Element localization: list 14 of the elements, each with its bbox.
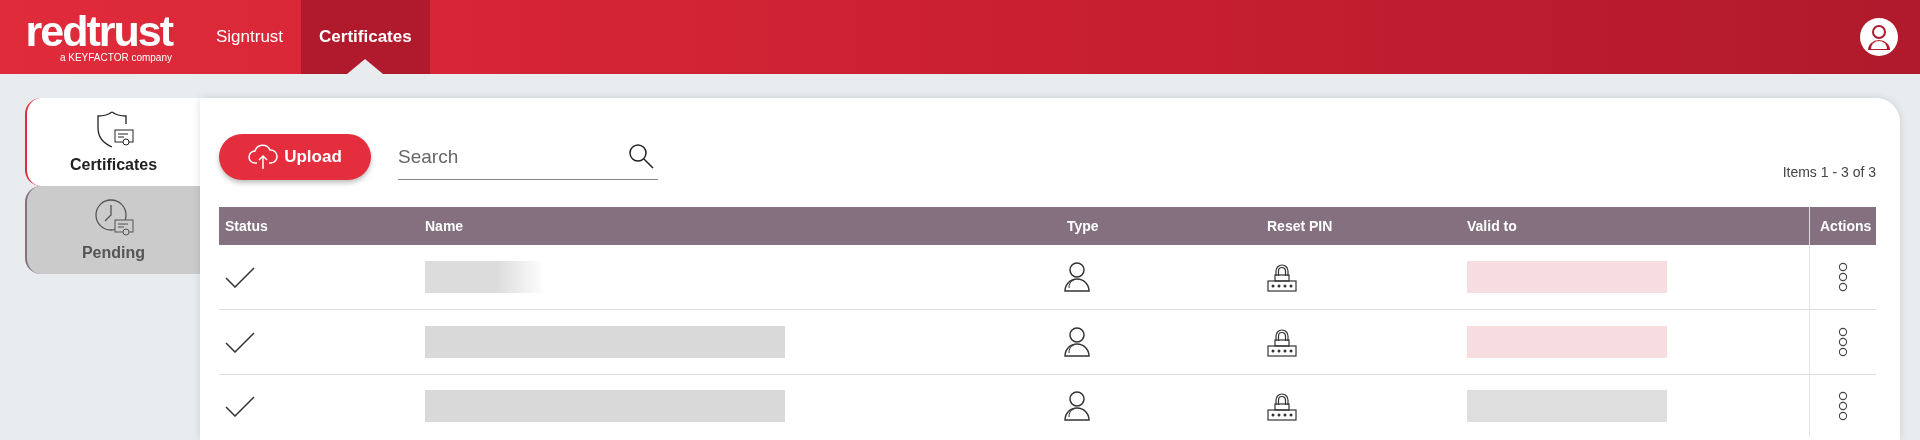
column-header: Valid to: [1466, 218, 1517, 234]
column-header: Actions: [1819, 218, 1872, 234]
logo-tagline: a KEYFACTOR company: [59, 51, 172, 63]
column-header: Reset PIN: [1266, 218, 1333, 234]
column-header: Type: [1066, 218, 1099, 234]
logo: redtrust: [25, 11, 172, 50]
column-header: Name: [424, 218, 464, 234]
side-tab[interactable]: Certificates: [25, 98, 200, 186]
nav-tab[interactable]: Certificates: [301, 0, 430, 74]
items-count: Items 1 - 3 of 3: [1782, 164, 1876, 180]
nav-tab[interactable]: Signtrust: [198, 0, 302, 74]
upload-button[interactable]: Upload: [219, 134, 371, 180]
column-header: Status: [224, 218, 268, 234]
side-tab[interactable]: Pending: [25, 186, 200, 274]
